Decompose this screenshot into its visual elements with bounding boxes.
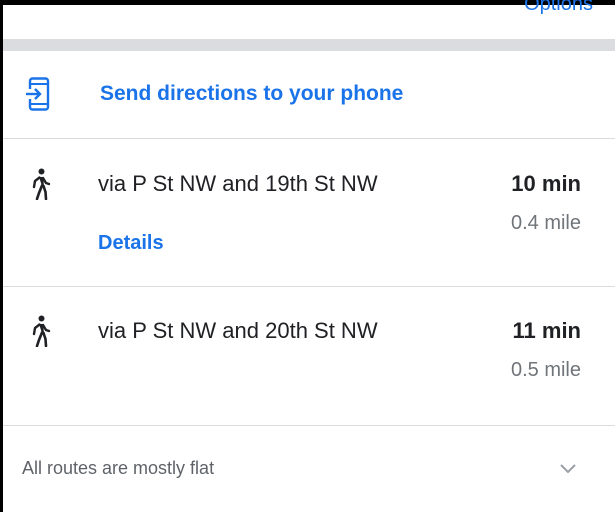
route-option-2[interactable]: via P St NW and 20th St NW 11 min 0.5 mi… <box>3 287 615 426</box>
route-name: via P St NW and 19th St NW <box>98 171 378 196</box>
send-to-phone-label: Send directions to your phone <box>100 82 404 105</box>
walking-person-icon <box>32 315 51 347</box>
terrain-info-text: All routes are mostly flat <box>22 458 215 478</box>
route-distance: 0.4 mile <box>510 212 581 234</box>
route-duration: 10 min <box>511 171 581 196</box>
options-link[interactable]: Options <box>524 0 593 16</box>
send-to-phone-button[interactable]: Send directions to your phone <box>3 51 615 139</box>
terrain-info-row[interactable]: All routes are mostly flat <box>3 426 615 512</box>
route-distance: 0.5 mile <box>510 359 581 381</box>
details-link[interactable]: Details <box>98 232 164 255</box>
directions-panel: Options Send directions to your phone vi… <box>3 0 615 512</box>
panel-header: Options <box>3 0 615 39</box>
route-duration: 11 min <box>512 318 581 343</box>
walking-person-icon <box>32 168 51 200</box>
section-divider <box>3 39 615 51</box>
route-option-1[interactable]: via P St NW and 19th St NW 10 min 0.4 mi… <box>3 139 615 287</box>
chevron-down-icon[interactable] <box>559 462 577 474</box>
phone-send-icon <box>25 77 50 111</box>
route-name: via P St NW and 20th St NW <box>98 318 378 343</box>
